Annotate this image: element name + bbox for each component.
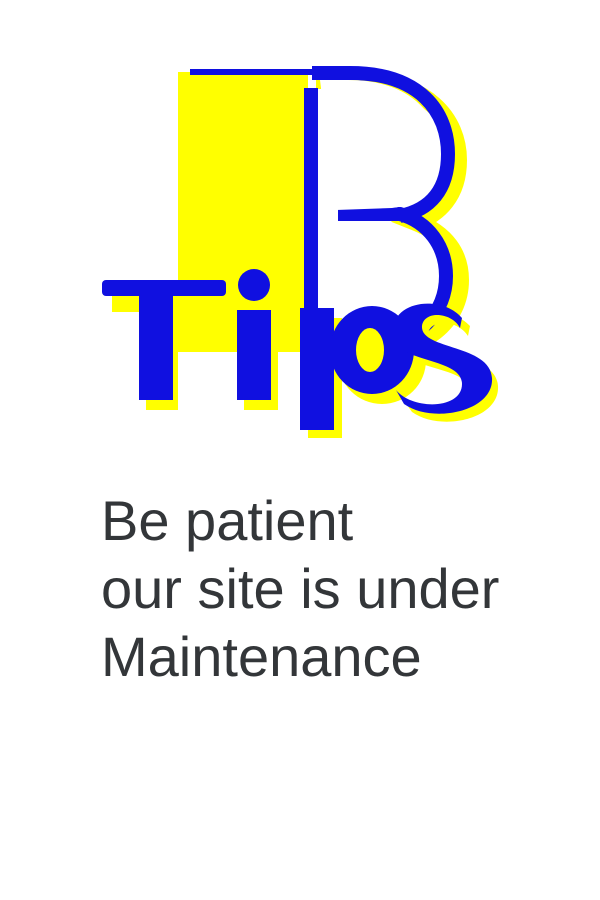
maintenance-message: Be patient our site is under Maintenance xyxy=(101,487,499,691)
btips-logo-graphic xyxy=(102,66,499,438)
message-line-2: our site is under xyxy=(101,557,500,620)
logo-letter-p-hole xyxy=(356,328,384,372)
message-line-1: Be patient xyxy=(101,489,354,552)
maintenance-page: Be patient our site is under Maintenance xyxy=(0,0,600,900)
btips-logo xyxy=(0,0,600,440)
logo-letter-t-stem xyxy=(139,284,173,400)
logo-letter-p-stem xyxy=(300,308,334,430)
logo-letter-i-stem xyxy=(237,310,271,400)
message-line-3: Maintenance xyxy=(101,625,422,688)
logo-letter-i-dot xyxy=(238,269,270,301)
